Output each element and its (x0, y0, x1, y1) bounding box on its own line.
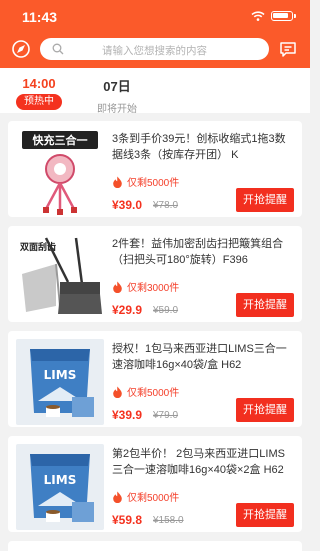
product-title: 2件套！益伟加密刮齿扫把簸箕组合（扫把头可180°旋转）F396 (112, 238, 284, 266)
image-label: LIMS (44, 368, 77, 382)
product-card[interactable]: LIMS 第2包半价！ 2包马来西亚进口LIMS三合一速溶咖啡16g×40袋×2… (8, 436, 302, 532)
session-tabs: 14:00 预热中 07日 即将开始 (0, 68, 310, 115)
product-image-broom: 双面刮齿 (16, 234, 104, 320)
stock-info: 仅剩5000件 (112, 384, 179, 399)
stock-text: 仅剩5000件 (127, 388, 180, 399)
stock-info: 仅剩5000件 (112, 489, 179, 504)
sale-price: ¥39.0 (112, 198, 143, 212)
remind-button[interactable]: 开抢提醒 (236, 503, 294, 527)
fire-icon (113, 176, 122, 188)
coffee-image: LIMS (30, 349, 94, 417)
session-status: 即将开始 (97, 104, 137, 115)
status-icons (251, 11, 296, 21)
remind-button[interactable]: 开抢提醒 (236, 188, 294, 212)
fire-icon (113, 281, 122, 293)
remind-button[interactable]: 开抢提醒 (236, 398, 294, 422)
product-card[interactable]: LIMS 授权！1包马来西亚进口LIMS三合一速溶咖啡16g×40袋/盒 H62… (8, 331, 302, 427)
image-label: LIMS (44, 473, 77, 487)
session-tab-current[interactable]: 14:00 预热中 (16, 76, 62, 110)
cable-image: 快充三合一 (22, 131, 98, 215)
stock-text: 仅剩3000件 (127, 283, 180, 294)
broom-image: 双面刮齿 (20, 237, 102, 314)
stock-text: 仅剩5000件 (127, 493, 180, 504)
original-price: ¥78.0 (153, 200, 179, 211)
stock-info: 仅剩5000件 (112, 174, 179, 189)
session-status-badge: 预热中 (16, 94, 62, 110)
search-input[interactable]: 请输入您想搜索的内容 (40, 38, 269, 60)
product-image-coffee: LIMS (16, 339, 104, 425)
original-price: ¥59.0 (153, 305, 179, 316)
product-card[interactable]: 快充三合一 3条到手价39元！创标收缩式1拖3数据线3条（按库存开团） K 仅剩… (8, 121, 302, 217)
original-price: ¥79.0 (153, 410, 179, 421)
product-title: 3条到手价39元！创标收缩式1拖3数据线3条（按库存开团） K (112, 133, 286, 161)
sale-price: ¥39.9 (112, 408, 143, 422)
original-price: ¥158.0 (153, 515, 184, 526)
product-image-coffee: LIMS (16, 444, 104, 530)
wifi-icon (251, 11, 265, 21)
product-title: 第2包半价！ 2包马来西亚进口LIMS三合一速溶咖啡16g×40袋×2盒 H62 (112, 448, 285, 476)
fire-icon (113, 491, 122, 503)
product-image-cable: 快充三合一 (16, 129, 104, 215)
coffee-image: LIMS (30, 454, 94, 522)
image-label: 快充三合一 (32, 133, 88, 147)
sale-price: ¥29.9 (112, 303, 143, 317)
product-card-partial[interactable] (8, 541, 302, 551)
battery-cap (294, 14, 296, 18)
stock-text: 仅剩5000件 (127, 178, 180, 189)
message-icon[interactable] (278, 39, 298, 59)
product-title: 授权！1包马来西亚进口LIMS三合一速溶咖啡16g×40袋/盒 H62 (112, 343, 287, 371)
status-time: 11:43 (22, 9, 58, 25)
battery-icon (271, 11, 293, 21)
session-time: 14:00 (22, 76, 56, 91)
status-bar: 11:43 (0, 0, 310, 32)
header-bar: 11:43 请输入您想搜索的内容 (0, 0, 310, 68)
fire-icon (113, 386, 122, 398)
session-tab-upcoming[interactable]: 07日 即将开始 (94, 76, 140, 115)
sale-price: ¥59.8 (112, 513, 143, 527)
product-card[interactable]: 双面刮齿 2件套！益伟加密刮齿扫把簸箕组合（扫把头可180°旋转）F396 仅剩… (8, 226, 302, 322)
compass-icon[interactable] (11, 39, 31, 59)
session-date: 07日 (103, 79, 131, 94)
search-placeholder: 请输入您想搜索的内容 (102, 45, 207, 57)
stock-info: 仅剩3000件 (112, 279, 179, 294)
remind-button[interactable]: 开抢提醒 (236, 293, 294, 317)
